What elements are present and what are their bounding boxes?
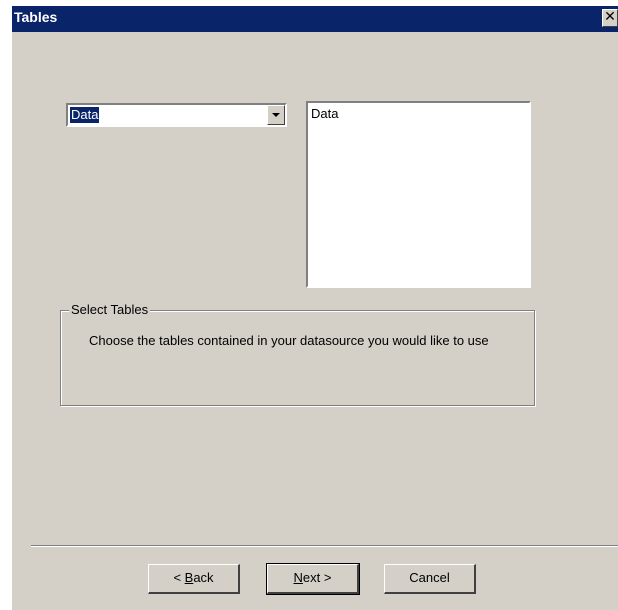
dropdown-selected-value: Data [70, 107, 100, 123]
back-label-prefix: < [173, 570, 185, 585]
tables-listbox[interactable]: Data [306, 101, 531, 288]
close-button[interactable]: ✕ [602, 9, 618, 27]
select-tables-group: Select Tables Choose the tables containe… [60, 302, 535, 406]
group-title: Select Tables [69, 302, 151, 317]
title-bar: Tables ✕ [12, 6, 618, 32]
dropdown-arrow-button[interactable] [267, 105, 285, 125]
back-button[interactable]: < Back [148, 564, 240, 594]
cancel-button[interactable]: Cancel [384, 564, 476, 594]
table-source-dropdown[interactable]: Data [66, 103, 287, 127]
group-description: Choose the tables contained in your data… [89, 333, 489, 348]
close-icon: ✕ [604, 9, 616, 25]
tables-dialog: Tables ✕ Data Data Select Tables Choose … [12, 6, 618, 610]
next-button[interactable]: Next > [266, 563, 360, 595]
separator [31, 545, 618, 547]
back-label-rest: ack [193, 570, 214, 585]
window-title: Tables [14, 9, 58, 25]
next-label-rest: ext > [302, 570, 332, 585]
next-label-accel: N [293, 570, 303, 585]
list-item[interactable]: Data [311, 106, 338, 121]
